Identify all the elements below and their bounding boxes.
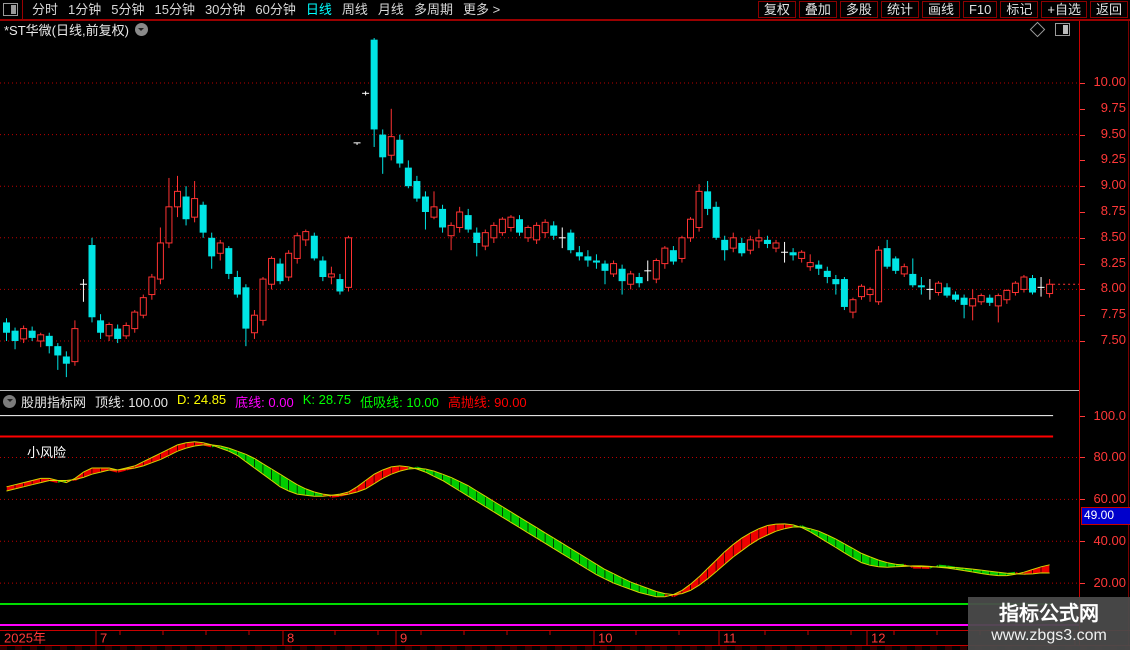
osc-axis-tick xyxy=(1080,457,1085,459)
month-label-7: 7 xyxy=(100,631,107,646)
indicator-cursor-value: 49.00 xyxy=(1081,507,1130,525)
main-axis-tick xyxy=(1080,160,1085,162)
indicator-field-底线: 底线: 0.00 xyxy=(235,394,294,410)
main-axis-label: 7.50 xyxy=(1100,332,1126,347)
osc-axis-label: 60.00 xyxy=(1093,491,1126,507)
period-menu: 分时 1分钟 5分钟 15分钟 30分钟 60分钟 日线 周线 月线 多周期 更多 > xyxy=(27,0,505,19)
main-axis-label: 8.25 xyxy=(1100,254,1126,270)
clipped-status-strip xyxy=(0,646,1130,650)
main-axis-label: 9.00 xyxy=(1100,177,1126,193)
tool-button-8[interactable]: +自选 xyxy=(1041,1,1087,18)
main-axis-label: 9.50 xyxy=(1100,125,1126,141)
tool-button-5[interactable]: 画线 xyxy=(921,1,960,18)
indicator-values: 顶线: 100.00 D: 24.85 底线: 0.00 K: 28.75 低吸线: 1… xyxy=(95,392,536,411)
indicator-header: 股朋指标网 顶线: 100.00 D: 24.85 底线: 0.00 K: 28.75… xyxy=(0,392,1080,410)
year-label: 2025年 xyxy=(4,631,46,646)
indicator-field-D: D: 24.85 xyxy=(177,391,227,407)
tool-button-1[interactable]: 复权 xyxy=(757,1,796,18)
time-axis[interactable]: 2025年 7 8 9 10 11 12 xyxy=(0,630,1130,646)
menu-item-1[interactable]: 分时 xyxy=(27,0,63,19)
tool-button-2[interactable]: 叠加 xyxy=(798,1,837,18)
indicator-field-顶线: 顶线: 100.00 xyxy=(95,394,169,410)
main-axis-label: 8.00 xyxy=(1100,280,1126,296)
title-dropdown-icon[interactable] xyxy=(134,23,148,36)
menu-item-10[interactable]: 多周期 xyxy=(409,0,458,19)
main-axis-tick xyxy=(1080,83,1085,84)
month-label-9: 9 xyxy=(400,631,407,646)
main-axis-label: 8.75 xyxy=(1100,203,1126,218)
osc-axis-tick xyxy=(1080,541,1085,543)
tool-button-6[interactable]: F10 xyxy=(962,1,998,18)
right-edge-line xyxy=(1128,21,1129,646)
tool-button-3[interactable]: 多股 xyxy=(839,1,878,18)
menu-item-7[interactable]: 日线 xyxy=(301,0,337,19)
main-axis-tick xyxy=(1080,289,1085,291)
main-axis-label: 8.50 xyxy=(1100,228,1126,244)
month-label-10: 10 xyxy=(598,631,612,646)
main-axis-tick xyxy=(1080,237,1085,239)
indicator-source: 股朋指标网 xyxy=(21,394,87,410)
tool-button-7[interactable]: 标记 xyxy=(1000,1,1039,18)
split-window-icon[interactable] xyxy=(1055,23,1070,36)
osc-axis-tick xyxy=(1080,499,1085,501)
main-axis-tick xyxy=(1080,186,1085,188)
main-axis-tick xyxy=(1080,108,1085,110)
risk-annotation: 小风险 xyxy=(27,445,67,460)
tool-menu: 复权 叠加 多股 统计 画线 F10 标记 +自选 返回 xyxy=(755,1,1130,18)
stock-title: *ST华微(日线,前复权) xyxy=(4,23,129,38)
main-axis-label: 7.75 xyxy=(1100,306,1126,322)
menu-item-3[interactable]: 5分钟 xyxy=(106,0,149,19)
main-axis-tick xyxy=(1080,263,1085,265)
osc-axis-tick xyxy=(1080,583,1085,585)
indicator-field-低吸线: 低吸线: 10.00 xyxy=(360,394,439,410)
watermark-title: 指标公式网 xyxy=(999,602,1099,625)
menu-item-4[interactable]: 15分钟 xyxy=(149,0,199,19)
menu-item-2[interactable]: 1分钟 xyxy=(63,0,106,19)
month-label-12: 12 xyxy=(871,631,885,646)
main-axis-label: 9.75 xyxy=(1100,99,1126,115)
indicator-field-K: K: 28.75 xyxy=(302,391,352,407)
chart-header: *ST华微(日线,前复权) xyxy=(0,21,1130,38)
main-axis-label: 10.00 xyxy=(1093,74,1126,89)
watermark-url: www.zbgs3.com xyxy=(991,626,1107,644)
main-axis-tick xyxy=(1080,212,1085,213)
osc-axis-tick xyxy=(1080,415,1085,417)
menu-item-9[interactable]: 月线 xyxy=(373,0,409,19)
main-axis-label: 9.25 xyxy=(1100,151,1126,167)
main-axis-tick xyxy=(1080,134,1085,136)
tool-button-4[interactable]: 统计 xyxy=(880,1,919,18)
menu-item-6[interactable]: 60分钟 xyxy=(250,0,300,19)
indicator-dropdown-icon[interactable] xyxy=(3,394,16,408)
watermark: 指标公式网 www.zbgs3.com xyxy=(968,597,1130,650)
osc-axis-label: 40.00 xyxy=(1093,533,1126,549)
diamond-icon[interactable] xyxy=(1029,21,1046,38)
menu-item-8[interactable]: 周线 xyxy=(337,0,373,19)
tool-button-9[interactable]: 返回 xyxy=(1089,1,1128,18)
main-candlestick-chart[interactable] xyxy=(0,38,1080,390)
oscillator-panel[interactable] xyxy=(0,410,1080,628)
osc-axis-label: 80.00 xyxy=(1093,449,1126,465)
menubar-divider xyxy=(22,0,23,19)
osc-axis-label: 20.00 xyxy=(1093,575,1126,591)
osc-axis-label: 100.0 xyxy=(1093,407,1126,423)
month-label-11: 11 xyxy=(723,631,737,646)
top-menubar: 分时 1分钟 5分钟 15分钟 30分钟 60分钟 日线 周线 月线 多周期 更多 > 复权 叠加 多股… xyxy=(0,0,1130,21)
main-axis-tick xyxy=(1080,341,1085,342)
menu-item-5[interactable]: 30分钟 xyxy=(200,0,250,19)
indicator-field-高抛线: 高抛线: 90.00 xyxy=(447,394,527,410)
menu-item-11[interactable]: 更多 > xyxy=(458,0,505,19)
month-label-8: 8 xyxy=(287,631,294,646)
main-axis-tick xyxy=(1080,315,1085,317)
window-layout-icon[interactable] xyxy=(3,3,18,16)
